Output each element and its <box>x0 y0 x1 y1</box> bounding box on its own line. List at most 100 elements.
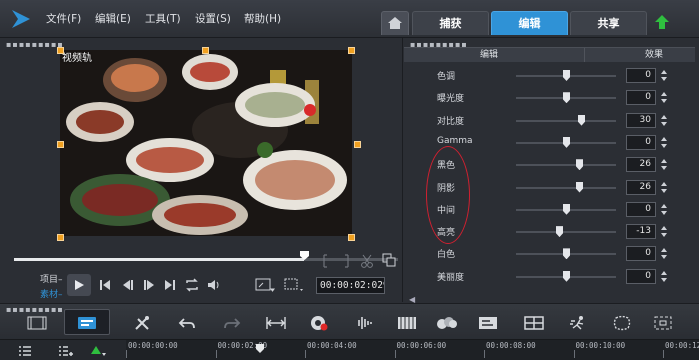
property-slider-knob[interactable] <box>578 114 585 126</box>
resize-handle-bottom-right[interactable] <box>348 234 355 241</box>
timeline-view-icon[interactable] <box>76 314 98 332</box>
tab-edit-properties[interactable]: 编辑 <box>464 48 514 62</box>
property-row: 美丽度 0 <box>408 266 699 288</box>
property-slider-knob[interactable] <box>563 136 570 148</box>
top-menu-bar: 文件(F) 编辑(E) 工具(T) 设置(S) 帮助(H) 捕获 编辑 共享 <box>0 0 699 38</box>
toolbar-grip-icon[interactable]: ▪▪▪▪▪▪▪▪▪ <box>6 305 64 314</box>
mode-clip-label[interactable]: 素材– <box>40 287 63 300</box>
property-value-input[interactable]: 0 <box>626 68 656 83</box>
play-button[interactable] <box>67 274 91 296</box>
property-slider-track[interactable] <box>516 119 616 122</box>
spinner-arrows-icon[interactable] <box>660 246 668 261</box>
ruler-tick-label: 00:00:08:00 <box>486 341 536 350</box>
tab-capture[interactable]: 捕获 <box>412 11 489 35</box>
property-label: 白色 <box>437 250 456 261</box>
go-to-end-icon[interactable] <box>163 278 177 292</box>
go-to-start-icon[interactable] <box>98 278 112 292</box>
property-slider-knob[interactable] <box>563 248 570 260</box>
property-slider-knob[interactable] <box>576 181 583 193</box>
tab-effects[interactable]: 效果 <box>634 48 674 62</box>
tools-icon[interactable] <box>132 314 154 332</box>
subtitle-editor-icon[interactable] <box>477 314 499 332</box>
property-slider-track[interactable] <box>516 231 616 234</box>
spinner-arrows-icon[interactable] <box>660 180 668 195</box>
chapter-marker-icon[interactable] <box>90 345 106 357</box>
add-track-icon[interactable] <box>58 345 74 357</box>
tab-edit[interactable]: 编辑 <box>491 11 568 35</box>
property-label: 对比度 <box>437 116 465 127</box>
property-value-input[interactable]: 0 <box>626 268 656 284</box>
aspect-ratio-icon[interactable] <box>255 277 275 293</box>
spinner-arrows-icon[interactable] <box>660 90 668 105</box>
property-value-input[interactable]: 26 <box>626 179 656 195</box>
property-value-input[interactable]: 0 <box>626 246 656 262</box>
property-value-input[interactable]: 0 <box>626 134 656 150</box>
volume-icon[interactable] <box>206 278 222 292</box>
track-manager-icon[interactable] <box>18 345 32 357</box>
tab-share[interactable]: 共享 <box>570 11 647 35</box>
pan-zoom-icon[interactable] <box>652 314 674 332</box>
property-slider-track[interactable] <box>516 164 616 167</box>
timecode-display[interactable]: 00:00:02:029 ▴▾ <box>316 277 385 294</box>
spinner-arrows-icon[interactable] <box>660 135 668 150</box>
spinner-arrows-icon[interactable] <box>660 202 668 217</box>
ruler-tick-label: 00:00:04:00 <box>307 341 357 350</box>
ruler-tick-label: 00:00:06:00 <box>396 341 447 350</box>
property-slider-knob[interactable] <box>563 203 570 215</box>
resize-handle-top[interactable] <box>202 47 209 54</box>
property-value-input[interactable]: 0 <box>626 201 656 217</box>
trim-markers-icon[interactable] <box>322 253 350 269</box>
menu-file[interactable]: 文件(F) <box>46 11 81 26</box>
crop-mode-icon[interactable] <box>284 277 304 293</box>
menu-settings[interactable]: 设置(S) <box>195 11 231 26</box>
menu-tools[interactable]: 工具(T) <box>145 11 181 26</box>
resize-handle-right[interactable] <box>354 141 361 148</box>
property-row: 白色 0 <box>408 243 699 265</box>
resize-handle-bottom-left[interactable] <box>57 234 64 241</box>
property-value-input[interactable]: 0 <box>626 90 656 106</box>
property-value-input[interactable]: 30 <box>626 112 656 128</box>
mode-project-label[interactable]: 项目– <box>40 272 63 285</box>
next-frame-icon[interactable] <box>142 278 156 292</box>
record-capture-icon[interactable] <box>308 314 330 332</box>
spinner-arrows-icon[interactable] <box>660 113 668 128</box>
mask-creator-icon[interactable] <box>611 314 633 332</box>
ruler-tick <box>305 350 306 358</box>
property-slider-knob[interactable] <box>556 226 563 238</box>
property-slider-track[interactable] <box>516 186 616 189</box>
menu-help[interactable]: 帮助(H) <box>244 11 281 26</box>
property-slider-knob[interactable] <box>563 70 570 81</box>
upload-arrow-icon[interactable] <box>654 14 670 30</box>
spinner-arrows-icon[interactable] <box>660 224 668 239</box>
spinner-arrows-icon[interactable] <box>660 157 668 172</box>
spinner-arrows-icon[interactable] <box>660 68 668 83</box>
multi-camera-icon[interactable] <box>523 314 545 332</box>
home-tab[interactable] <box>381 11 409 35</box>
video-preview-image <box>60 50 352 236</box>
previous-frame-icon[interactable] <box>121 278 135 292</box>
resize-handle-top-left[interactable] <box>57 47 64 54</box>
panel-grip-icon[interactable]: ▪▪▪▪▪▪▪▪▪ <box>6 40 64 49</box>
audio-mixer-icon[interactable] <box>353 314 375 332</box>
fit-timeline-icon[interactable] <box>265 314 287 332</box>
auto-music-icon[interactable] <box>396 314 418 332</box>
motion-tracking-icon[interactable] <box>436 314 458 332</box>
ruler-tick <box>663 350 664 358</box>
time-remap-icon[interactable] <box>568 314 590 332</box>
property-slider-knob[interactable] <box>563 92 570 104</box>
storyboard-view-icon[interactable] <box>26 314 48 332</box>
spinner-arrows-icon[interactable] <box>660 269 668 284</box>
property-value-input[interactable]: 26 <box>626 157 656 173</box>
property-slider-knob[interactable] <box>563 270 570 282</box>
undo-icon[interactable] <box>176 314 198 332</box>
repeat-icon[interactable] <box>184 278 200 292</box>
resize-handle-left[interactable] <box>57 141 64 148</box>
menu-edit[interactable]: 编辑(E) <box>95 11 131 26</box>
resize-handle-top-right[interactable] <box>348 47 355 54</box>
redo-icon[interactable] <box>221 314 243 332</box>
property-value-input[interactable]: -13 <box>626 224 656 240</box>
copy-clip-icon[interactable] <box>382 253 396 267</box>
property-slider-knob[interactable] <box>576 159 583 171</box>
cut-scissors-icon[interactable] <box>360 253 374 269</box>
scrub-bar-played[interactable] <box>14 258 304 261</box>
